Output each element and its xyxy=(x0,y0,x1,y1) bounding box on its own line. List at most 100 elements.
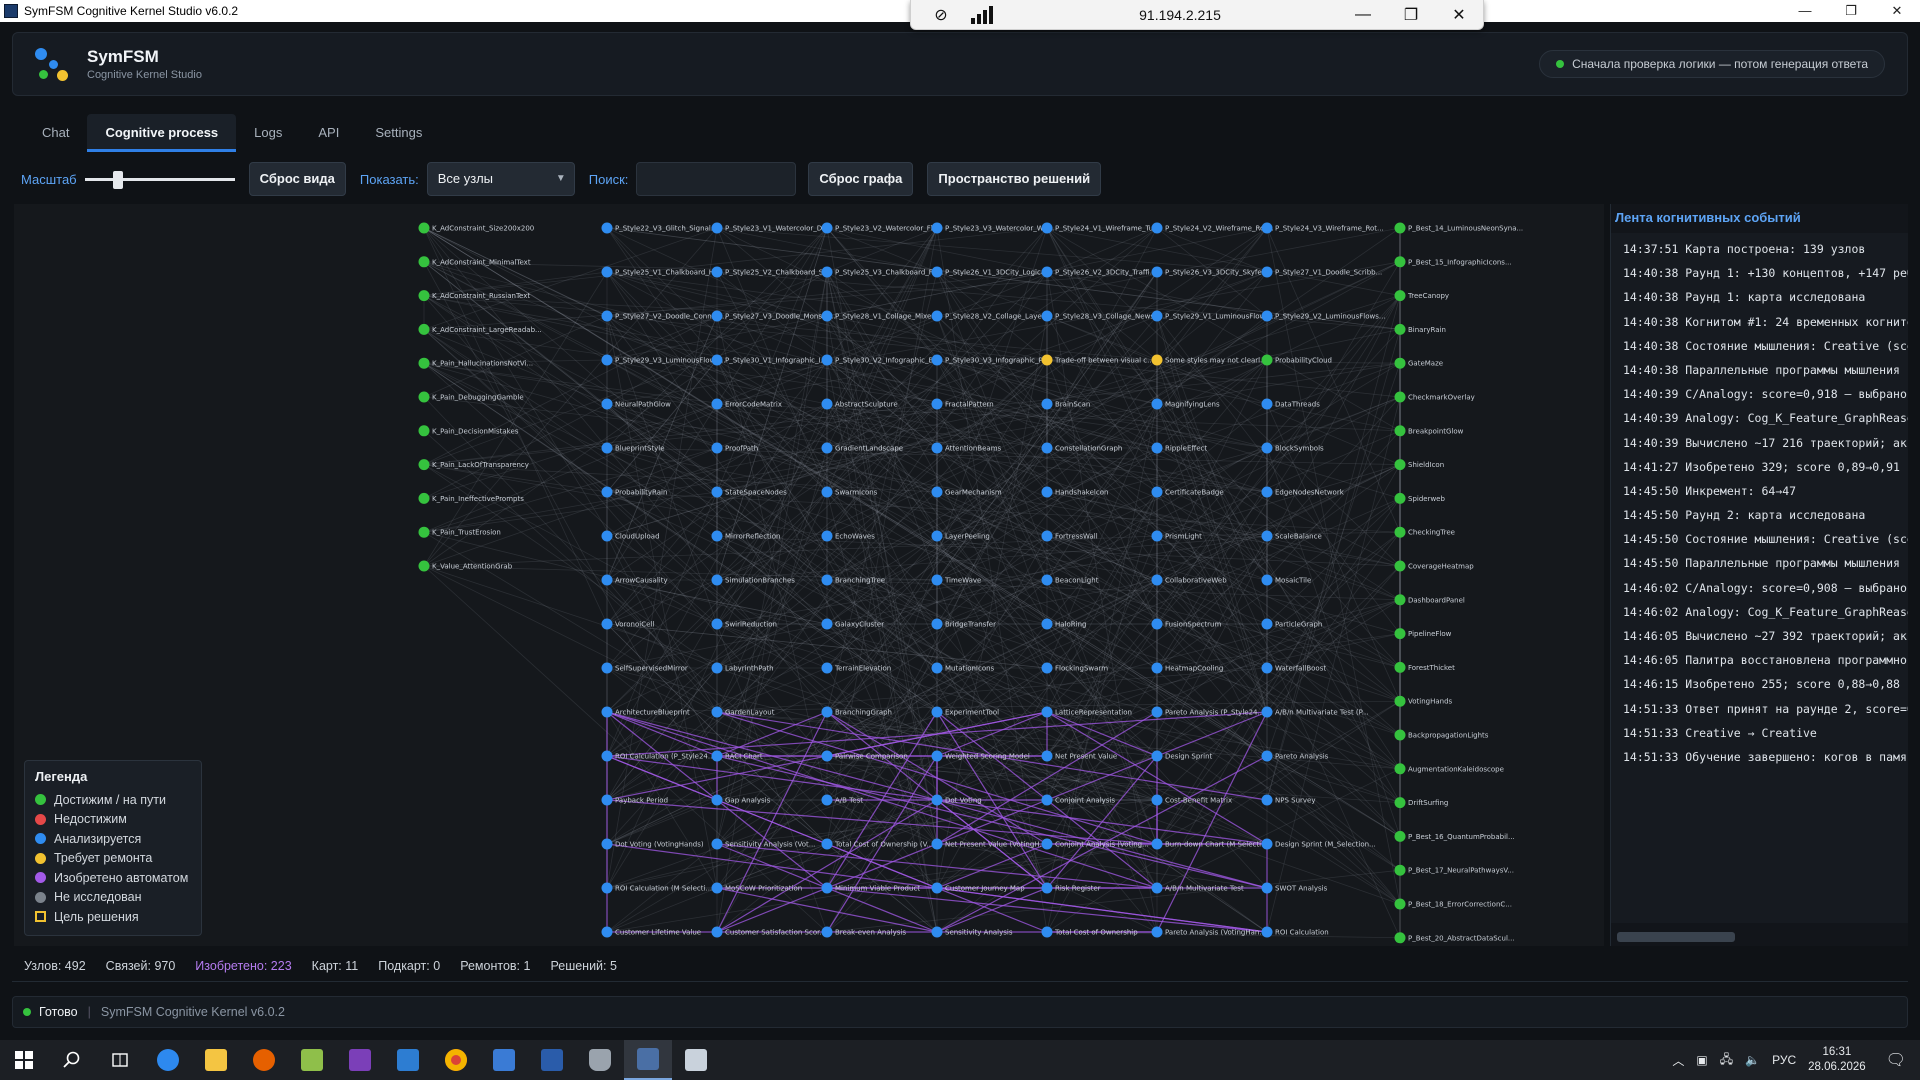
graph-node[interactable]: K_Value_AttentionGrab xyxy=(418,560,513,572)
graph-node[interactable]: Sensitivity Analysis (Vot... xyxy=(711,838,816,850)
graph-node[interactable]: P_Style29_V2_LuminousFlows... xyxy=(1261,310,1386,322)
graph-node[interactable]: P_Best_17_NeuralPathwaysV... xyxy=(1394,864,1514,876)
graph-node-dot[interactable] xyxy=(601,266,613,278)
graph-node[interactable]: P_Style30_V1_Infographic_I... xyxy=(711,354,828,366)
graph-node[interactable]: PrismLight xyxy=(1151,530,1203,542)
graph-node-dot[interactable] xyxy=(821,222,833,234)
graph-node[interactable]: Customer Journey Map xyxy=(931,882,1026,894)
volume-muted-icon[interactable]: 🔈 xyxy=(1745,1053,1760,1067)
database-icon[interactable] xyxy=(576,1040,624,1080)
graph-node-dot[interactable] xyxy=(601,882,613,894)
tab-chat[interactable]: Chat xyxy=(24,114,87,152)
task-view-icon[interactable] xyxy=(96,1040,144,1080)
graph-node-dot[interactable] xyxy=(1041,574,1053,586)
graph-node[interactable]: ArchitectureBlueprint xyxy=(601,706,691,718)
graph-node[interactable]: SelfSupervisedMirror xyxy=(601,662,688,674)
graph-node[interactable]: SwarmIcons xyxy=(821,486,878,498)
graph-node-dot[interactable] xyxy=(601,530,613,542)
graph-node-dot[interactable] xyxy=(601,354,613,366)
graph-node[interactable]: WaterfallBoost xyxy=(1261,662,1327,674)
graph-node-dot[interactable] xyxy=(931,926,943,938)
graph-node-dot[interactable] xyxy=(1151,662,1163,674)
graph-node[interactable]: P_Style26_V3_3DCity_Skyfes... xyxy=(1151,266,1273,278)
symfsm-taskbar-icon[interactable] xyxy=(624,1040,672,1080)
graph-node[interactable]: Spiderweb xyxy=(1394,492,1446,504)
graph-node-dot[interactable] xyxy=(1261,794,1273,806)
clock[interactable]: 16:31 28.06.2026 xyxy=(1808,1045,1866,1075)
graph-node-dot[interactable] xyxy=(711,310,723,322)
graph-node[interactable]: P_Style25_V2_Chalkboard_Sr... xyxy=(711,266,833,278)
graph-node[interactable]: K_AdConstraint_LargeReadab... xyxy=(418,323,542,335)
graph-node-dot[interactable] xyxy=(1151,398,1163,410)
graph-node[interactable]: CollaborativeWeb xyxy=(1151,574,1228,586)
graph-node[interactable]: P_Style25_V1_Chalkboard_Ha... xyxy=(601,266,726,278)
graph-node-dot[interactable] xyxy=(821,662,833,674)
graph-node[interactable]: Pairwise Comparison xyxy=(821,750,908,762)
graph-node[interactable]: TerrainElevation xyxy=(821,662,892,674)
graph-node-dot[interactable] xyxy=(931,838,943,850)
graph-node[interactable]: A/B/n Multivariate Test (P... xyxy=(1261,706,1369,718)
graph-node-dot[interactable] xyxy=(1394,661,1406,673)
graph-node[interactable]: GalaxyCluster xyxy=(821,618,885,630)
file-explorer-icon[interactable] xyxy=(192,1040,240,1080)
graph-node[interactable]: AugmentationKaleidoscope xyxy=(1394,763,1504,775)
visual-studio-icon[interactable] xyxy=(336,1040,384,1080)
graph-node-dot[interactable] xyxy=(1261,442,1273,454)
graph-node[interactable]: P_Style30_V3_Infographic_P... xyxy=(931,354,1049,366)
graph-node-dot[interactable] xyxy=(821,442,833,454)
graph-node[interactable]: CloudUpload xyxy=(601,530,660,542)
graph-node[interactable]: ShieldIcon xyxy=(1394,459,1445,471)
graph-node[interactable]: BinaryRain xyxy=(1394,323,1446,335)
graph-node[interactable]: DataThreads xyxy=(1261,398,1321,410)
reset-graph-button[interactable]: Сброс графа xyxy=(808,162,914,196)
graph-node[interactable]: P_Style22_V3_Glitch_Signal... xyxy=(601,222,718,234)
tab-settings[interactable]: Settings xyxy=(357,114,440,152)
graph-node[interactable]: LabyrinthPath xyxy=(711,662,774,674)
graph-node[interactable]: K_Pain_HallucinationsNotVi... xyxy=(418,357,534,369)
tab-cognitive-process[interactable]: Cognitive process xyxy=(87,114,237,152)
graph-node[interactable]: FractalPattern xyxy=(931,398,994,410)
graph-node-dot[interactable] xyxy=(601,442,613,454)
graph-node[interactable]: TreeCanopy xyxy=(1394,290,1450,302)
remote-minimize-button[interactable]: — xyxy=(1339,6,1387,24)
graph-node-dot[interactable] xyxy=(711,574,723,586)
search-icon[interactable] xyxy=(48,1040,96,1080)
graph-node-dot[interactable] xyxy=(711,882,723,894)
graph-node-dot[interactable] xyxy=(711,750,723,762)
graph-node[interactable]: ScaleBalance xyxy=(1261,530,1322,542)
graph-node-dot[interactable] xyxy=(418,425,430,437)
graph-node[interactable]: Customer Lifetime Value xyxy=(601,926,702,938)
graph-node-dot[interactable] xyxy=(821,882,833,894)
graph-node-dot[interactable] xyxy=(931,486,943,498)
graph-node-dot[interactable] xyxy=(1394,594,1406,606)
graph-node[interactable]: StateSpaceNodes xyxy=(711,486,788,498)
graph-node-dot[interactable] xyxy=(821,574,833,586)
graph-node-dot[interactable] xyxy=(931,442,943,454)
graph-node-dot[interactable] xyxy=(1394,256,1406,268)
graph-node-dot[interactable] xyxy=(1261,310,1273,322)
graph-node[interactable]: P_Style24_V2_Wireframe_Rot... xyxy=(1151,222,1274,234)
graph-node-dot[interactable] xyxy=(601,618,613,630)
graph-node[interactable]: BreakpointGlow xyxy=(1394,425,1464,437)
remote-restore-button[interactable]: ❐ xyxy=(1387,5,1435,25)
graph-node-dot[interactable] xyxy=(1394,459,1406,471)
graph-node-dot[interactable] xyxy=(711,354,723,366)
graph-node[interactable]: P_Best_20_AbstractDataScul... xyxy=(1394,932,1515,944)
graph-node-dot[interactable] xyxy=(711,530,723,542)
graph-node[interactable]: P_Best_15_InfographicIcons... xyxy=(1394,256,1512,268)
graph-node-dot[interactable] xyxy=(1394,222,1406,234)
graph-node-dot[interactable] xyxy=(418,526,430,538)
graph-node-dot[interactable] xyxy=(1151,310,1163,322)
graph-node[interactable]: P_Style28_V2_Collage_Layer... xyxy=(931,310,1051,322)
graph-node[interactable]: ProbabilityRain xyxy=(601,486,668,498)
reset-view-button[interactable]: Сброс вида xyxy=(248,162,346,196)
graph-node[interactable]: Break-even Analysis xyxy=(821,926,907,938)
graph-node[interactable]: NeuralPathGlow xyxy=(601,398,672,410)
graph-node[interactable]: GearMechanism xyxy=(931,486,1002,498)
graph-node-dot[interactable] xyxy=(418,256,430,268)
graph-node-dot[interactable] xyxy=(821,310,833,322)
graph-node-dot[interactable] xyxy=(931,706,943,718)
graph-node[interactable]: P_Style28_V1_Collage_Mixed... xyxy=(821,310,943,322)
graph-node-dot[interactable] xyxy=(821,706,833,718)
graph-node[interactable]: Minimum Viable Product xyxy=(821,882,921,894)
